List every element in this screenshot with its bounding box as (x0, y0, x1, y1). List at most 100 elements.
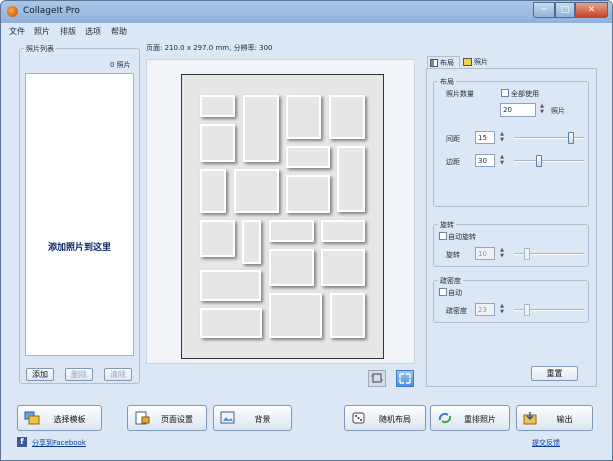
fit-page-icon[interactable] (396, 370, 414, 387)
clear-photos-button[interactable]: 清除 (104, 368, 132, 381)
crop-tool-icon[interactable] (368, 370, 386, 387)
photo-slot[interactable] (234, 169, 279, 213)
menu-photo[interactable]: 照片 (34, 26, 50, 37)
menu-help[interactable]: 帮助 (111, 26, 127, 37)
page-setup-icon (135, 411, 150, 425)
photo-slot[interactable] (200, 95, 235, 117)
rotation-angle-spinner[interactable]: ▲ ▼ (498, 247, 506, 260)
feedback-link[interactable]: 提交反馈 (532, 438, 560, 448)
photo-slot[interactable] (200, 124, 235, 162)
remove-photo-button[interactable]: 删除 (65, 368, 93, 381)
photo-unit-label: 照片 (551, 107, 565, 115)
margin-input[interactable]: 30 (475, 154, 495, 167)
photo-slot[interactable] (200, 270, 261, 301)
spacing-slider[interactable] (514, 132, 584, 144)
auto-sparsity-label: 自动 (448, 289, 462, 297)
density-label: 疏密度 (446, 307, 467, 315)
select-template-button[interactable]: 选择模板 (17, 405, 102, 431)
maximize-button[interactable]: □ (555, 2, 575, 18)
margin-label: 边距 (446, 158, 460, 166)
use-all-label: 全部使用 (511, 90, 539, 98)
photo-slot[interactable] (321, 249, 365, 286)
photo-slot[interactable] (269, 249, 314, 286)
random-layout-button[interactable]: 随机布局 (344, 405, 426, 431)
photo-slot[interactable] (321, 220, 365, 242)
photo-slot[interactable] (242, 220, 261, 264)
menu-layout[interactable]: 排版 (60, 26, 76, 37)
photo-slot[interactable] (243, 95, 279, 162)
share-facebook-link[interactable]: 分享到Facebook (32, 438, 86, 448)
page-setup-label: 页面设置 (161, 415, 193, 424)
layout-tab-panel: 布局 照片数量 全部使用 20 ▲ ▼ 照片 间距 15 ▲ ▼ 边距 30 ▲ ▼ (426, 68, 597, 387)
shuffle-icon (438, 412, 452, 424)
photo-tab-icon (463, 58, 472, 66)
background-label: 背景 (254, 415, 271, 424)
photo-slot[interactable] (329, 95, 365, 139)
minimize-button[interactable]: ─ (533, 2, 555, 18)
menu-options[interactable]: 选项 (85, 26, 101, 37)
template-icon (24, 411, 40, 425)
photo-slot[interactable] (286, 95, 321, 139)
photo-drop-area[interactable]: 添加照片到这里 (25, 73, 134, 356)
sparsity-group: 疏密度 自动 疏密度 23 ▲ ▼ (433, 276, 589, 323)
reset-button[interactable]: 重置 (531, 366, 578, 381)
layout-group: 布局 照片数量 全部使用 20 ▲ ▼ 照片 间距 15 ▲ ▼ 边距 30 ▲ ▼ (433, 77, 589, 207)
spacing-slider-thumb[interactable] (568, 132, 574, 144)
collage-page[interactable] (181, 74, 384, 359)
facebook-icon: f (17, 437, 27, 447)
tab-layout-label: 布局 (440, 58, 454, 67)
photo-slot[interactable] (200, 169, 226, 213)
dice-icon (352, 412, 365, 424)
tab-photo-label: 照片 (474, 58, 488, 66)
photo-slot[interactable] (286, 146, 330, 168)
output-button[interactable]: 输出 (516, 405, 593, 431)
photo-slot[interactable] (330, 293, 365, 338)
menu-bar: 文件 照片 排版 选项 帮助 (1, 23, 612, 39)
photo-list-group: 照片列表 0 照片 添加照片到这里 添加 删除 清除 (19, 44, 140, 384)
density-slider[interactable] (514, 304, 584, 316)
photo-slot[interactable] (200, 308, 262, 338)
rotation-slider-thumb[interactable] (524, 248, 530, 260)
photo-slot[interactable] (200, 220, 235, 257)
rotation-group-title: 旋转 (438, 220, 456, 230)
page-setup-button[interactable]: 页面设置 (127, 405, 207, 431)
density-spinner[interactable]: ▲ ▼ (498, 303, 506, 316)
photo-slot[interactable] (286, 175, 330, 213)
add-photo-button[interactable]: 添加 (26, 368, 54, 381)
auto-rotate-checkbox[interactable] (439, 232, 447, 240)
photo-slot[interactable] (337, 146, 365, 212)
close-button[interactable]: ✕ (575, 2, 608, 18)
photo-list-title: 照片列表 (24, 44, 56, 54)
output-label: 输出 (556, 415, 573, 424)
title-bar[interactable]: CollageIt Pro ─ □ ✕ (1, 1, 612, 23)
drop-hint-text: 添加照片到这里 (47, 243, 111, 253)
page-info-text: 页面: 210.0 x 297.0 mm, 分辨率: 300 (146, 44, 273, 52)
photo-count-field-label: 照片数量 (446, 90, 474, 98)
app-logo-icon (7, 6, 18, 17)
rotation-angle-input[interactable]: 10 (475, 247, 495, 260)
photo-count-input[interactable]: 20 (500, 103, 536, 117)
background-button[interactable]: 背景 (213, 405, 292, 431)
tab-layout[interactable]: 布局 (427, 56, 460, 68)
collage-canvas-area[interactable] (146, 59, 415, 364)
app-window: CollageIt Pro ─ □ ✕ 文件 照片 排版 选项 帮助 照片列表 … (0, 0, 613, 461)
rotation-slider[interactable] (514, 248, 584, 260)
random-layout-label: 随机布局 (379, 415, 411, 424)
reshuffle-button[interactable]: 重排照片 (430, 405, 510, 431)
rotation-group: 旋转 自动旋转 旋转 10 ▲ ▼ (433, 220, 589, 267)
photo-slot[interactable] (269, 293, 322, 338)
photo-slot[interactable] (269, 220, 314, 242)
spacing-spinner[interactable]: ▲ ▼ (498, 131, 506, 144)
menu-file[interactable]: 文件 (9, 26, 25, 37)
tab-photo[interactable]: 照片 (461, 56, 495, 68)
use-all-checkbox[interactable] (501, 89, 509, 97)
margin-slider[interactable] (514, 155, 584, 167)
layout-group-title: 布局 (438, 77, 456, 87)
photo-count-spinner[interactable]: ▲ ▼ (538, 103, 546, 116)
margin-slider-thumb[interactable] (536, 155, 542, 167)
density-slider-thumb[interactable] (524, 304, 530, 316)
auto-sparsity-checkbox[interactable] (439, 288, 447, 296)
spacing-input[interactable]: 15 (475, 131, 495, 144)
density-input[interactable]: 23 (475, 303, 495, 316)
margin-spinner[interactable]: ▲ ▼ (498, 154, 506, 167)
